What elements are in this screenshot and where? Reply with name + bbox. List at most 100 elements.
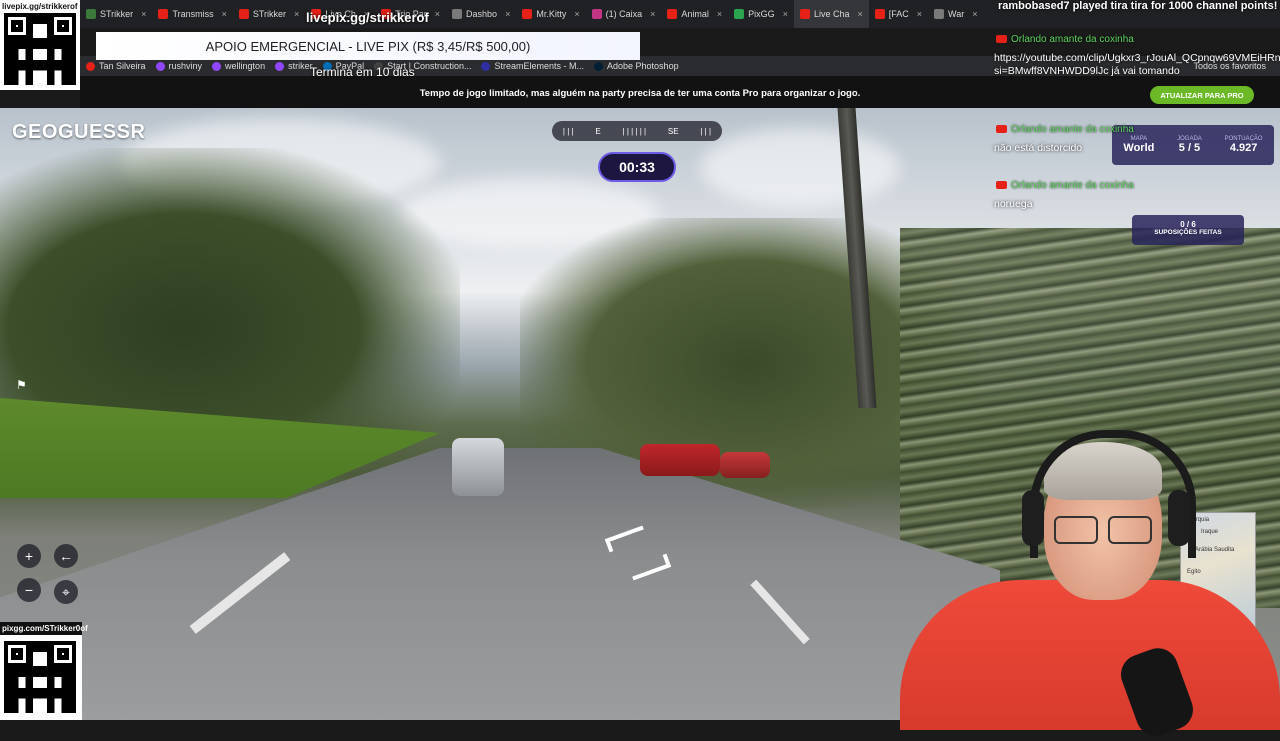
tab-close-icon[interactable]: × [505,9,510,19]
tab-close-icon[interactable]: × [783,9,788,19]
trees-left [0,148,460,448]
tab-favicon-icon [934,9,945,19]
browser-tab[interactable]: Transmiss × [152,0,232,28]
bookmark-favicon-icon [275,61,285,71]
browser-tab[interactable]: STrikker × [233,0,305,28]
compass-tick: | | | [562,126,574,136]
bookmark-item[interactable]: Tan Silveira [86,61,146,71]
tab-favicon-icon [452,9,463,19]
guesses-value: 0 / 6 [1180,220,1196,229]
tab-close-icon[interactable]: × [294,9,299,19]
zoom-out-button[interactable]: − [17,578,41,602]
score-value: 4.927 [1229,142,1258,154]
tab-favicon-icon [86,9,96,19]
tab-close-icon[interactable]: × [141,9,146,19]
streamer-shirt [900,580,1280,730]
parked-car [452,438,504,496]
tab-close-icon[interactable]: × [917,9,922,19]
pix-countdown: Termina em 10 dias [310,65,415,79]
browser-tab[interactable]: Animal × [661,0,728,28]
tab-close-icon[interactable]: × [857,9,862,19]
bookmark-label: rushviny [168,61,203,71]
bookmark-favicon-icon [155,61,165,71]
browser-tab[interactable]: Live Cha × [793,0,869,28]
qr-code-bottom: pixgg.com/STrikker0of [0,622,88,720]
browser-tab[interactable]: STrikker × [80,0,152,28]
browser-tab[interactable]: [FAC × [869,0,928,28]
report-flag-icon[interactable]: ⚑ [16,378,34,392]
qr-code-top: livepix.gg/strikkerof [0,0,80,90]
channel-points-alert: rambobased7 played tira tira for 1000 ch… [998,0,1278,12]
guesses-label: SUPOSIÇÕES FEITAS [1154,229,1222,236]
youtube-icon [996,35,1007,44]
geoguessr-logo: GEOGUESSR [12,121,145,144]
chat-username: Orlando amante da coxinha [996,34,1134,45]
parked-car [640,444,720,476]
bookmark-label: wellington [225,61,266,71]
chat-message: não está distorcido [994,142,1083,154]
tab-label: PixGG [748,9,775,19]
compass-tick: | | | [700,126,712,136]
tab-close-icon[interactable]: × [222,9,227,19]
tab-favicon-icon [238,9,249,19]
tab-close-icon[interactable]: × [435,9,440,19]
bookmark-item[interactable]: Adobe Photoshop [594,61,679,71]
guesses-panel: 0 / 6 SUPOSIÇÕES FEITAS [1132,215,1244,245]
bookmark-label: StreamElements - M... [494,61,585,71]
tab-label: Animal [681,9,709,19]
tab-close-icon[interactable]: × [650,9,655,19]
browser-tab[interactable]: PixGG × [728,0,794,28]
chat-username: Orlando amante da coxinha [996,180,1134,191]
chat-username: Orlando amante da coxinha [996,124,1134,135]
tab-favicon-icon [874,9,885,19]
compass-se: SE [667,126,679,136]
compass: | | | E | | | | | | SE | | | [552,121,722,141]
tab-favicon-icon [158,9,169,19]
bookmark-label: Adobe Photoshop [607,61,679,71]
bookmark-favicon-icon [86,61,95,71]
tab-favicon-icon [591,9,602,19]
sky-cloud [700,128,900,208]
score-stat: PONTUAÇÃO 4.927 [1225,136,1263,154]
back-to-start-button[interactable]: ← [54,544,78,568]
webcam-overlay [860,420,1280,741]
bookmark-favicon-icon [481,61,491,71]
tab-favicon-icon [522,9,533,19]
browser-tab[interactable]: Dashbo × [446,0,516,28]
tab-favicon-icon [667,9,678,19]
bookmark-favicon-icon [594,61,604,71]
chat-message: https://youtube.com/clip/Ugkxr3_rJouAl_Q… [994,52,1280,77]
upgrade-pro-button[interactable]: ATUALIZAR PARA PRO [1150,86,1254,104]
browser-tab[interactable]: (1) Caixa × [586,0,662,28]
tab-close-icon[interactable]: × [717,9,722,19]
tab-label: (1) Caixa [605,9,643,19]
pix-donation-banner: APOIO EMERGENCIAL - LIVE PIX (R$ 3,45/R$… [96,32,640,60]
pix-url: livepix.gg/strikkerof [306,10,429,25]
headset-ear [1022,490,1044,546]
game-status-panel: MAPA World JOGADA 5 / 5 PONTUAÇÃO 4.927 [1112,125,1274,165]
qr-top-label: livepix.gg/strikkerof [2,2,78,11]
tab-close-icon[interactable]: × [574,9,579,19]
tab-label: Live Cha [813,9,850,19]
tab-label: Dashbo [466,9,498,19]
tab-label: War [948,9,965,19]
bookmark-item[interactable]: StreamElements - M... [481,61,584,71]
bookmark-item[interactable]: striker [275,61,313,71]
bookmark-label: Tan Silveira [99,61,146,71]
qr-bottom-label: pixgg.com/STrikker0of [0,622,88,635]
browser-tab[interactable]: Mr.Kitty × [516,0,585,28]
browser-tab[interactable]: War × [928,0,983,28]
round-stat: JOGADA 5 / 5 [1177,136,1202,154]
bookmark-item[interactable]: wellington [212,61,265,71]
zoom-in-button[interactable]: + [17,544,41,568]
checkpoint-pin-icon[interactable]: ⌖ [54,580,78,604]
logo-text: GEOGUESSR [12,121,146,143]
youtube-icon [996,181,1007,190]
tab-label: Mr.Kitty [536,9,567,19]
bookmark-item[interactable]: rushviny [155,61,203,71]
tab-favicon-icon [734,9,745,19]
compass-tick: | | | | | | [622,126,647,136]
pro-notice: Tempo de jogo limitado, mas alguém na pa… [419,88,861,99]
tab-close-icon[interactable]: × [972,9,977,19]
tab-label: [FAC [888,9,909,19]
